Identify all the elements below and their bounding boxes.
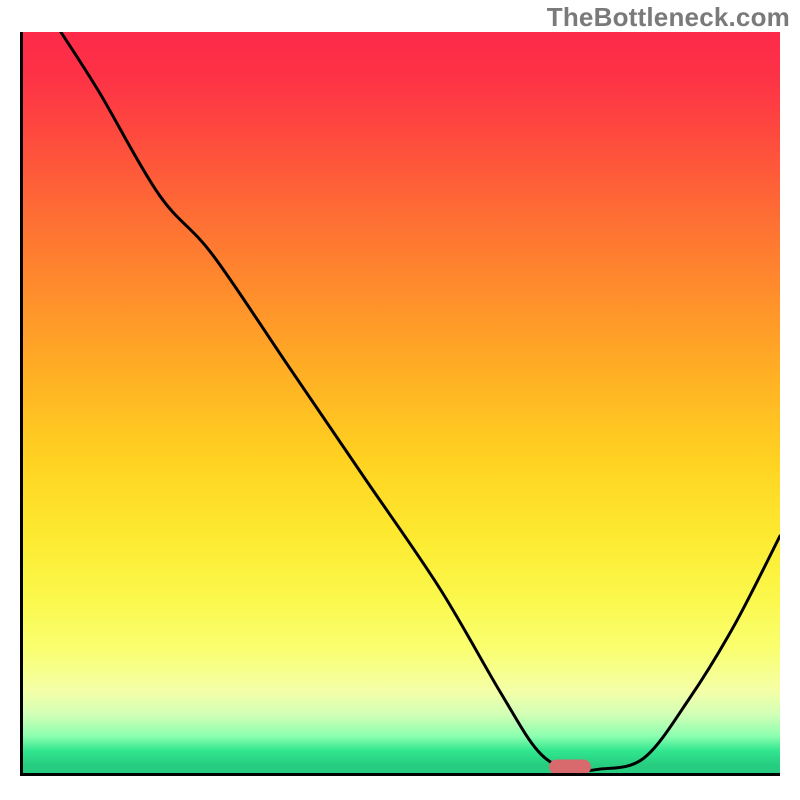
- optimal-marker: [549, 760, 591, 775]
- chart-container: TheBottleneck.com: [0, 0, 800, 800]
- plot-area: [20, 32, 780, 776]
- bottleneck-curve-path: [61, 32, 780, 771]
- watermark-text: TheBottleneck.com: [547, 2, 790, 33]
- curve-svg: [23, 32, 780, 773]
